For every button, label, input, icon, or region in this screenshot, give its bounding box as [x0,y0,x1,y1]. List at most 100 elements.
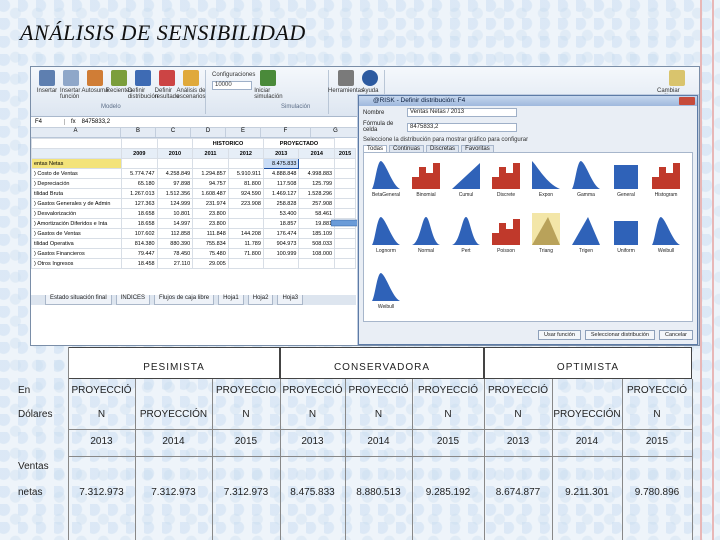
cell[interactable]: 18.458 [121,258,158,269]
insert-function-button[interactable]: Insertar función [60,70,82,114]
cell[interactable]: 1.608.487 [192,188,229,199]
cell[interactable] [298,258,336,269]
cell[interactable]: 1.267.013 [121,188,158,199]
year-cell[interactable]: 2010 [156,148,194,159]
cell[interactable] [334,198,356,209]
distribution-option[interactable]: Weibull [646,213,686,254]
sheet-tab[interactable]: Estado situación final [45,295,112,305]
use-function-button[interactable]: Usar función [538,330,581,340]
cell[interactable]: 23.800 [192,208,229,219]
cell[interactable] [227,158,264,169]
distribution-option[interactable]: Gamma [566,157,606,198]
cell[interactable]: 100.999 [262,248,300,259]
iterations-input[interactable]: 10000 [212,81,252,90]
distribution-option[interactable]: Discrete [486,157,526,198]
column-b[interactable]: B [121,128,156,137]
cell[interactable]: 81.800 [227,178,264,189]
start-simulation-button[interactable]: Iniciar simulación [254,70,283,114]
name-input[interactable]: Ventas Netas / 2013 [407,108,517,117]
cell[interactable] [334,258,356,269]
row-label[interactable]: tilidad Bruta [31,188,122,199]
cell[interactable]: 231.974 [192,198,229,209]
column-d[interactable]: D [191,128,226,137]
cell[interactable] [334,248,356,259]
distribution-option[interactable]: Histogram [646,157,686,198]
sheet-tab[interactable]: Hoja3 [277,295,304,305]
cell[interactable]: 18.658 [121,208,158,219]
cell[interactable]: 257.908 [298,198,336,209]
cell[interactable]: 508.033 [298,238,336,249]
distribution-option[interactable]: Triang [526,213,566,254]
cell[interactable]: 111.848 [192,228,229,239]
row-label[interactable]: ) Depreciación [31,178,122,189]
cell[interactable]: 78.450 [156,248,194,259]
cell[interactable] [334,238,356,249]
row-label[interactable]: ) Gastos Financieros [31,248,122,259]
distribution-option[interactable]: Uniform [606,213,646,254]
row-label[interactable]: ) Gastos de Ventas [31,228,122,239]
cell[interactable]: 124.999 [156,198,194,209]
select-distribution-button[interactable]: Seleccionar distribución [584,330,655,340]
tab-discrete[interactable]: Discretas [426,145,460,152]
cell[interactable]: 144.208 [227,228,264,239]
define-output-button[interactable]: Definir resultado [155,70,179,114]
cell[interactable]: 223.908 [227,198,264,209]
cell[interactable]: 79.447 [121,248,158,259]
cell[interactable]: 53.400 [262,208,300,219]
sheet-tab[interactable]: Hoja2 [247,295,274,305]
cell[interactable] [227,218,264,229]
cell[interactable]: 29.005 [192,258,229,269]
distribution-option[interactable]: Cumul [446,157,486,198]
cell[interactable]: 18.658 [121,218,158,229]
cell[interactable] [334,168,356,179]
column-e[interactable]: E [226,128,261,137]
cell[interactable]: 814.380 [121,238,158,249]
row-label[interactable]: ) Amortización Diferidos e Inta [31,218,122,229]
year-cell[interactable]: 2014 [298,148,336,159]
distribution-option[interactable]: Weibull [366,269,406,310]
cell[interactable]: 5.910.911 [227,168,264,179]
tab-all[interactable]: Todas [363,145,388,152]
cell[interactable]: 1.294.857 [192,168,229,179]
cell[interactable]: 258.828 [262,198,300,209]
cell[interactable]: 1.469.127 [262,188,300,199]
tab-favorites[interactable]: Favoritas [461,145,494,152]
distribution-option[interactable]: Trigen [566,213,606,254]
cell[interactable]: 75.480 [192,248,229,259]
cell[interactable] [192,158,229,169]
distribution-option[interactable]: Normal [406,213,446,254]
tools-button[interactable]: Herramientas [328,70,364,114]
distribution-option[interactable]: Pert [446,213,486,254]
row-label[interactable]: ) Desvalorización [31,208,122,219]
sheet-tab[interactable]: Hoja1 [218,295,244,305]
row-label[interactable]: tilidad Operativa [31,238,122,249]
cell[interactable]: 112.858 [156,228,194,239]
cell[interactable]: 14.997 [156,218,194,229]
cell[interactable] [227,208,264,219]
row-label[interactable]: ) Otros Ingresos [31,258,122,269]
cell[interactable] [262,258,300,269]
cell[interactable]: 94.757 [192,178,229,189]
cell[interactable]: 127.363 [121,198,158,209]
cell[interactable]: 108.000 [298,248,336,259]
year-cell[interactable]: 2013 [262,148,300,159]
cell[interactable]: 880.390 [156,238,194,249]
settings-label[interactable]: Configuraciones [212,72,255,78]
cell[interactable] [334,228,356,239]
close-button[interactable] [679,97,695,105]
year-cell[interactable]: 2015 [334,148,356,159]
sheet-tab[interactable]: INDICES [115,295,151,305]
cell[interactable] [227,258,264,269]
formula-value-input[interactable]: 8475833,2 [407,122,517,132]
cell[interactable]: 924.590 [227,188,264,199]
cell[interactable] [334,178,356,189]
cell[interactable]: 4.258.849 [156,168,194,179]
formula-input[interactable]: 8475833,2 [82,119,110,125]
sheet-tab[interactable]: Flujos de caja libre [154,295,215,305]
year-cell[interactable] [31,148,122,159]
cell[interactable]: 107.602 [121,228,158,239]
column-f[interactable]: F [261,128,311,137]
column-a[interactable]: A [31,128,121,137]
cell[interactable]: 5.774.747 [121,168,158,179]
column-g[interactable]: G [311,128,361,137]
